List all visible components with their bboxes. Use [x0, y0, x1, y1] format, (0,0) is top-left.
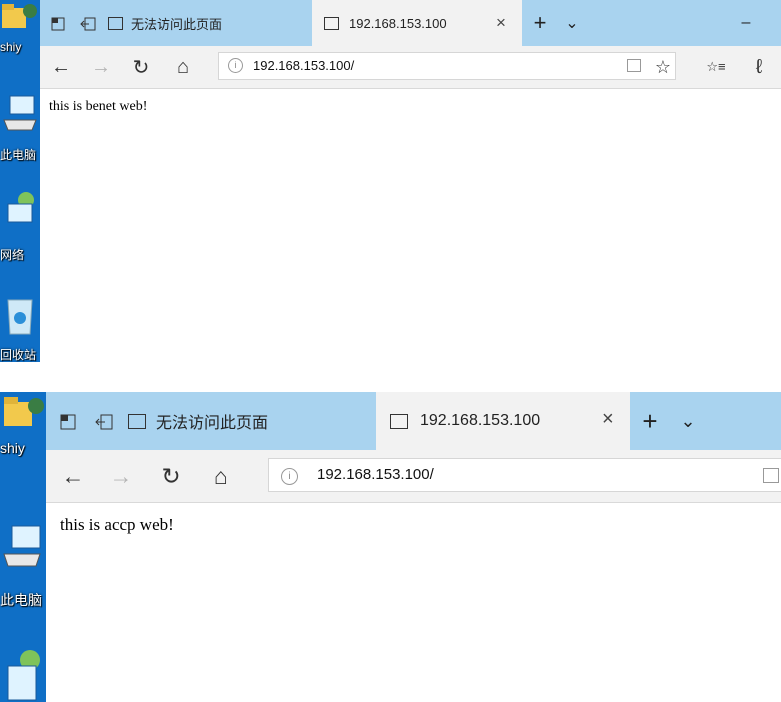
show-aside-tabs-button[interactable]: [78, 14, 98, 34]
page-body-text: this is benet web!: [49, 99, 148, 114]
address-text: 192.168.153.100/: [253, 58, 355, 73]
tab-list-button[interactable]: ⌄: [674, 406, 702, 436]
info-icon[interactable]: i: [228, 58, 243, 73]
set-aside-tabs-button[interactable]: [48, 14, 68, 34]
computer-label: 此电脑: [0, 592, 42, 608]
page-content: this is benet web!: [40, 89, 781, 362]
minimize-button[interactable]: –: [734, 12, 758, 34]
page-body-text: this is accp web!: [60, 515, 174, 534]
recycle-bin-icon[interactable]: [0, 292, 40, 336]
reading-view-icon[interactable]: [627, 59, 641, 72]
tab-active-label: 192.168.153.100: [420, 412, 541, 429]
new-tab-button[interactable]: +: [636, 406, 664, 436]
set-aside-tabs-button[interactable]: [56, 410, 80, 434]
network-icon[interactable]: [0, 648, 46, 702]
new-tab-button[interactable]: +: [528, 10, 552, 36]
close-tab-icon[interactable]: ×: [602, 408, 614, 431]
tab-list-button[interactable]: ⌄: [560, 10, 584, 36]
computer-label: 此电脑: [0, 148, 37, 162]
tab-bar: 无法访问此页面 192.168.153.100 × + ⌄: [46, 392, 781, 450]
user-folder-icon[interactable]: [0, 394, 46, 434]
tab-active[interactable]: 192.168.153.100 ×: [376, 392, 630, 450]
tab-inactive-label: 无法访问此页面: [156, 415, 269, 432]
notes-icon[interactable]: ℓ: [746, 54, 772, 80]
info-icon[interactable]: i: [281, 468, 298, 485]
forward-button[interactable]: →: [106, 461, 136, 491]
user-folder-label: shiy: [0, 40, 22, 54]
address-bar[interactable]: i 192.168.153.100/: [268, 458, 781, 492]
refresh-button[interactable]: ↻: [128, 54, 154, 80]
browser-window: 无法访问此页面 192.168.153.100 × + ⌄ ← → ↻ ⌂ i …: [46, 392, 781, 702]
close-tab-icon[interactable]: ×: [496, 13, 506, 33]
navigation-bar: ← → ↻ ⌂ i 192.168.153.100/ ☆ ☆≡ ℓ: [40, 46, 781, 89]
screenshot-top: shiy 此电脑 网络 回收站 无法访问此页面 192.168.153.100 …: [0, 0, 781, 362]
page-icon: [324, 16, 339, 30]
home-button[interactable]: ⌂: [206, 461, 236, 491]
address-text: 192.168.153.100/: [317, 466, 434, 483]
home-button[interactable]: ⌂: [170, 54, 196, 80]
refresh-button[interactable]: ↻: [156, 461, 186, 491]
back-button[interactable]: ←: [58, 461, 88, 491]
page-content: this is accp web!: [46, 503, 781, 702]
favorite-icon[interactable]: ☆: [650, 54, 676, 80]
page-icon: [108, 16, 123, 30]
reading-view-icon[interactable]: [763, 468, 779, 483]
back-button[interactable]: ←: [48, 54, 74, 80]
computer-icon[interactable]: [0, 94, 40, 134]
tab-active[interactable]: 192.168.153.100 ×: [312, 0, 522, 46]
network-label: 网络: [0, 248, 25, 262]
navigation-bar: ← → ↻ ⌂ i 192.168.153.100/: [46, 450, 781, 503]
tab-inactive-label: 无法访问此页面: [131, 16, 223, 32]
desktop-strip: shiy 此电脑: [0, 392, 46, 702]
tab-inactive[interactable]: 无法访问此页面: [128, 392, 368, 450]
user-folder-label: shiy: [0, 440, 25, 456]
page-icon: [128, 413, 146, 429]
browser-window: 无法访问此页面 192.168.153.100 × + ⌄ – ← → ↻ ⌂ …: [40, 0, 781, 362]
computer-icon[interactable]: [0, 524, 46, 570]
address-bar[interactable]: i 192.168.153.100/: [218, 52, 676, 80]
favorites-list-icon[interactable]: ☆≡: [702, 54, 730, 80]
desktop-strip: shiy 此电脑 网络 回收站: [0, 0, 40, 362]
user-folder-icon[interactable]: [0, 2, 40, 36]
tab-active-label: 192.168.153.100: [349, 15, 447, 31]
tab-inactive[interactable]: 无法访问此页面: [108, 0, 308, 46]
page-icon: [390, 413, 408, 429]
network-icon[interactable]: [0, 190, 40, 230]
screenshot-bottom: shiy 此电脑 无法访问此页面 192.168.153.100 × + ⌄ ←…: [0, 392, 781, 702]
tab-bar: 无法访问此页面 192.168.153.100 × + ⌄ –: [40, 0, 781, 46]
show-aside-tabs-button[interactable]: [92, 410, 116, 434]
forward-button[interactable]: →: [88, 54, 114, 80]
recycle-bin-label: 回收站: [0, 348, 37, 362]
